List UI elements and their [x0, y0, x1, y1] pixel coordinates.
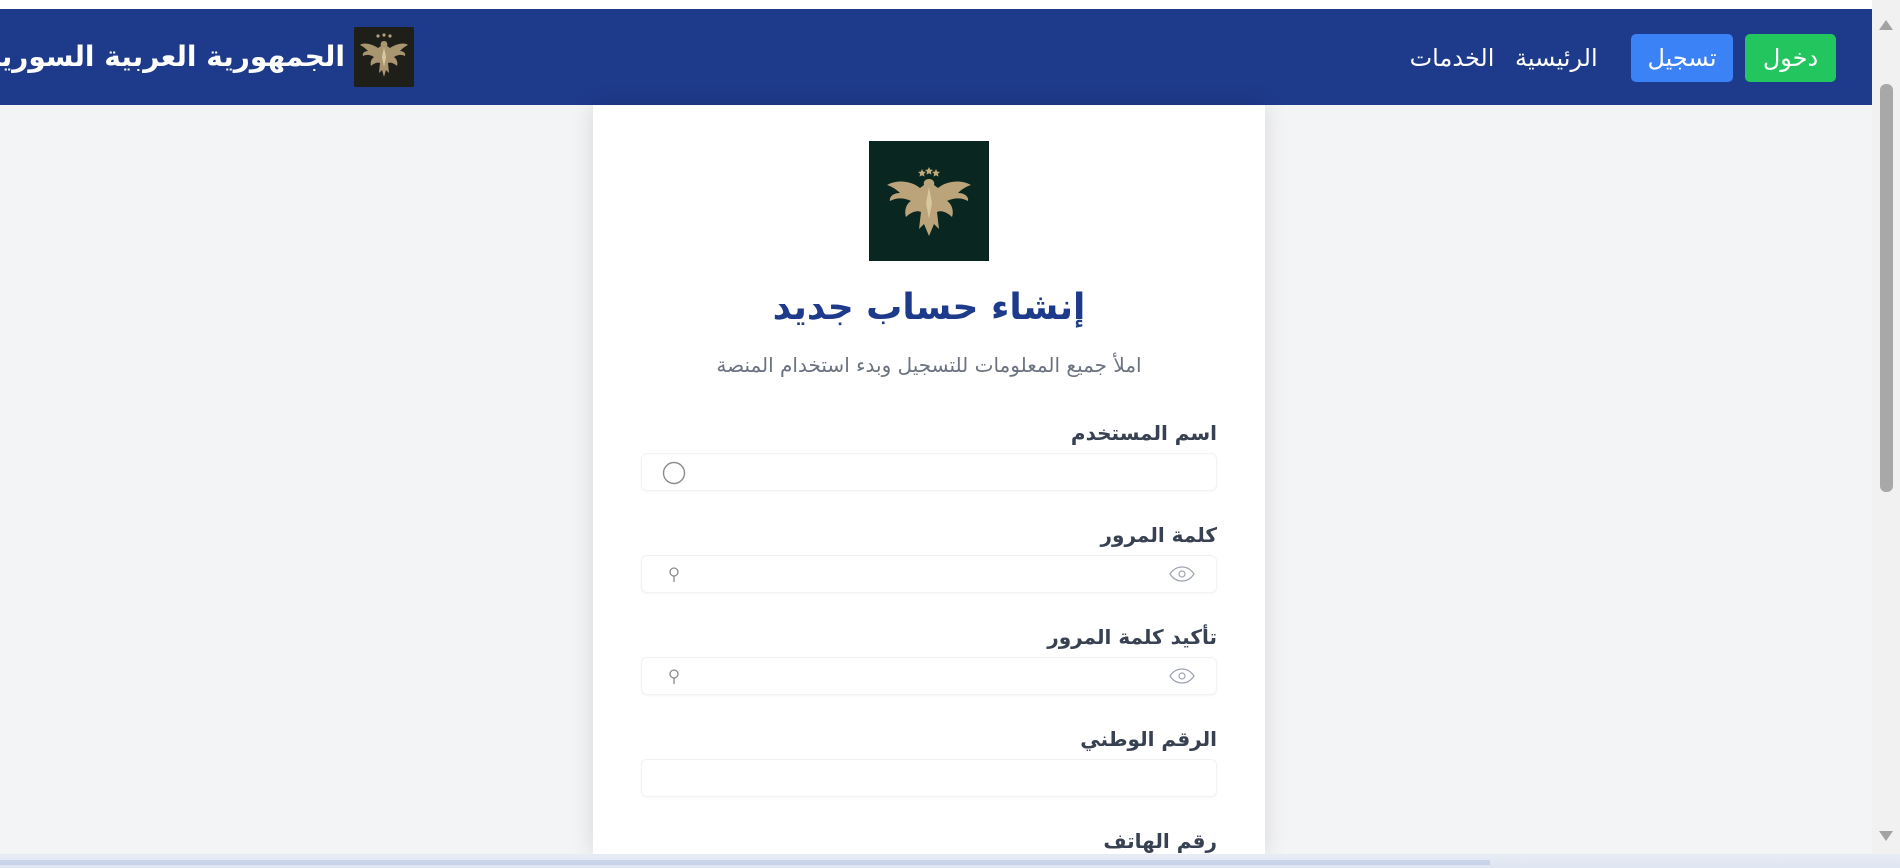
horizontal-scroll-track — [0, 860, 1490, 865]
scroll-thumb[interactable] — [1880, 84, 1893, 492]
browser-top-strip — [0, 0, 1872, 9]
register-button[interactable]: تسجيل — [1631, 34, 1733, 82]
login-button[interactable]: دخول — [1745, 34, 1836, 82]
register-card: إنشاء حساب جديد املأ جميع المعلومات للتس… — [593, 105, 1265, 854]
nav-buttons: تسجيل دخول — [1631, 34, 1836, 82]
phone-label: رقم الهاتف — [1103, 829, 1217, 853]
username-input[interactable] — [641, 453, 1217, 491]
password-label: كلمة المرور — [1100, 523, 1217, 547]
confirm-password-input[interactable] — [641, 657, 1217, 695]
eye-icon[interactable] — [1169, 668, 1195, 684]
user-status-circle-icon — [662, 461, 686, 485]
national-id-input[interactable] — [641, 759, 1217, 797]
page-title: إنشاء حساب جديد — [772, 287, 1086, 328]
key-icon — [669, 567, 679, 582]
eagle-emblem-icon — [354, 27, 414, 87]
nav-link-home[interactable]: الرئيسية — [1515, 34, 1598, 82]
navbar: الجمهورية العربية السورية الخدمات الرئيس… — [0, 9, 1872, 105]
username-label: اسم المستخدم — [1070, 421, 1217, 445]
key-icon — [669, 669, 679, 684]
page-subtitle: املأ جميع المعلومات للتسجيل وبدء استخدام… — [716, 353, 1142, 377]
eagle-emblem-icon — [869, 141, 989, 261]
page-viewport: الجمهورية العربية السورية الخدمات الرئيس… — [0, 0, 1872, 854]
vertical-scrollbar[interactable] — [1872, 0, 1900, 854]
brand-title: الجمهورية العربية السورية — [0, 40, 345, 73]
national-id-label: الرقم الوطني — [1080, 727, 1217, 751]
scroll-up-arrow-icon[interactable] — [1879, 20, 1893, 30]
nav-link-services[interactable]: الخدمات — [1409, 34, 1495, 82]
password-input[interactable] — [641, 555, 1217, 593]
eye-icon[interactable] — [1169, 566, 1195, 582]
confirm-password-label: تأكيد كلمة المرور — [1047, 625, 1217, 649]
scroll-down-arrow-icon[interactable] — [1879, 831, 1893, 841]
